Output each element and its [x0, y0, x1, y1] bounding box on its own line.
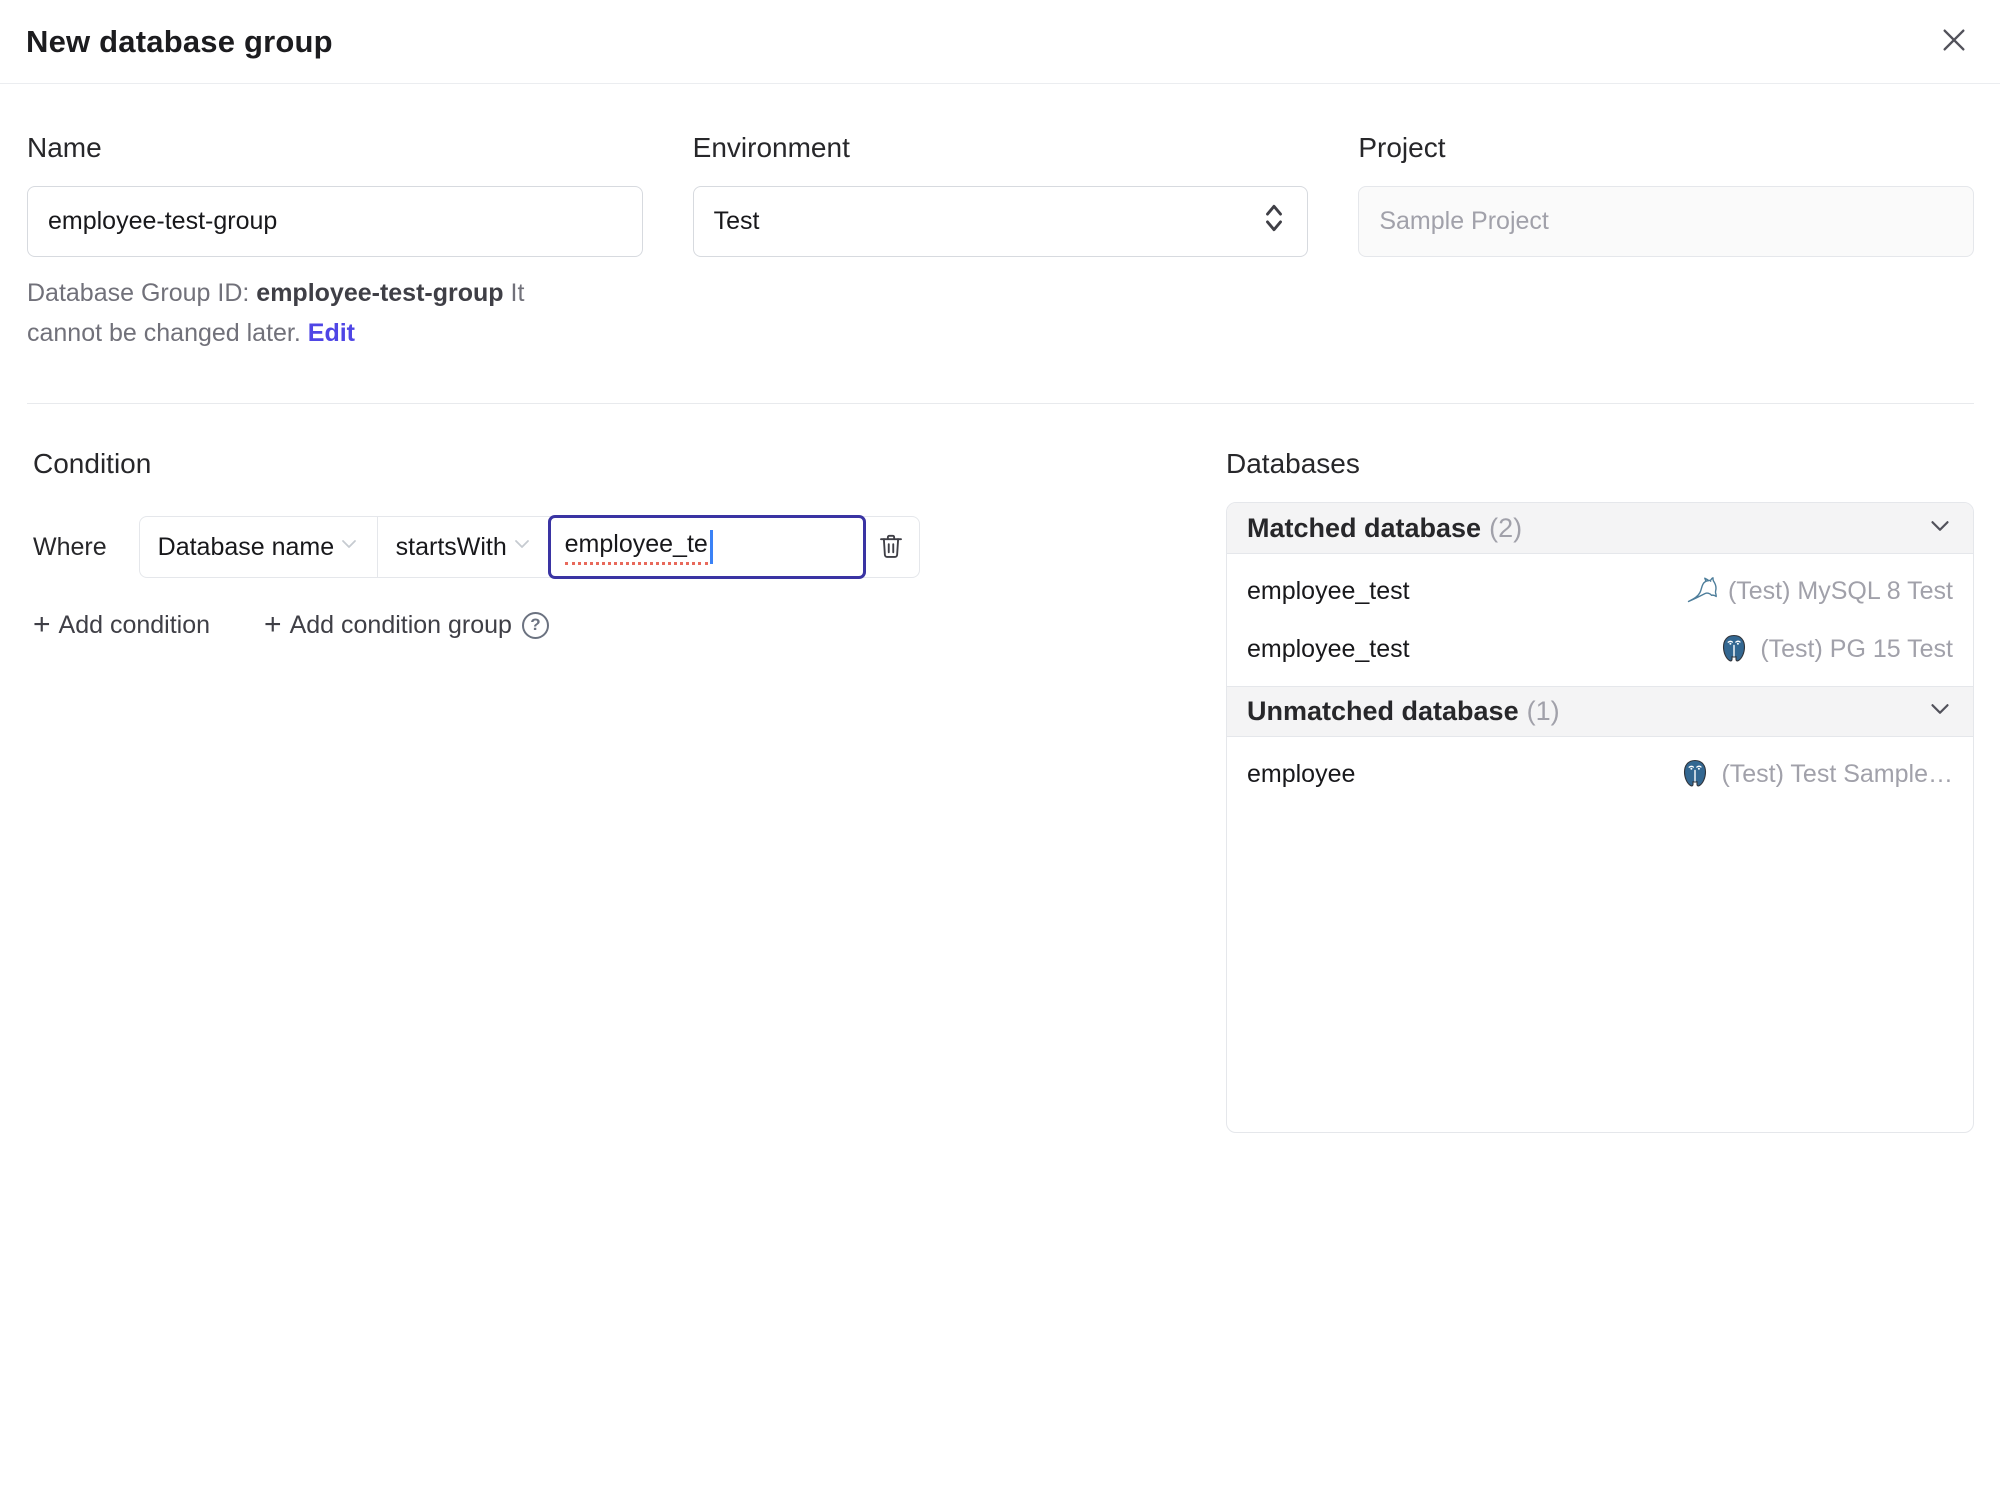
databases-heading: Databases	[1226, 448, 1360, 479]
database-instance-label: (Test) MySQL 8 Test	[1727, 576, 1953, 605]
project-label: Project	[1358, 132, 1446, 163]
matched-database-title: Matched database (2)	[1247, 513, 1522, 544]
group-id-note: Database Group ID: employee-test-group I…	[27, 273, 525, 353]
database-instance: (Test) MySQL 8 Test	[1686, 575, 1953, 607]
condition-operator-value: startsWith	[395, 532, 507, 561]
database-name: employee	[1247, 759, 1356, 788]
chevron-down-icon	[1925, 511, 1955, 546]
databases-section: Databases Matched database (2) employee_t…	[1226, 448, 1974, 1133]
add-condition-button[interactable]: + Add condition	[33, 610, 210, 640]
condition-field-value: Database name	[157, 532, 335, 561]
database-instance: (Test) PG 15 Test	[1718, 633, 1953, 665]
name-label: Name	[27, 132, 102, 163]
mysql-icon	[1686, 575, 1718, 607]
condition-row: Where Database name startsWith employee_…	[33, 515, 1226, 579]
postgresql-icon	[1679, 758, 1711, 790]
group-id-value: employee-test-group	[256, 279, 504, 307]
add-condition-label: Add condition	[58, 610, 211, 639]
database-row: employee_test (Test) PG 15 Test	[1227, 620, 1973, 678]
condition-field-select[interactable]: Database name	[140, 517, 378, 577]
database-name: employee_test	[1247, 576, 1410, 605]
unmatched-database-title: Unmatched database (1)	[1247, 696, 1560, 727]
postgresql-icon	[1718, 633, 1750, 665]
matched-database-count: (2)	[1489, 512, 1523, 543]
chevron-down-icon	[510, 532, 534, 563]
dialog-header: New database group	[0, 0, 2000, 84]
dialog-title: New database group	[26, 23, 333, 59]
condition-heading: Condition	[33, 448, 152, 479]
chevron-down-icon	[337, 532, 361, 563]
databases-panel: Matched database (2) employee_test (Test…	[1226, 502, 1974, 1133]
condition-operator-select[interactable]: startsWith	[378, 517, 550, 577]
condition-expression-group: Database name startsWith employee_te	[138, 515, 920, 579]
close-icon	[1938, 24, 1970, 59]
main-content: Condition Where Database name startsWith	[27, 448, 1974, 1133]
environment-label: Environment	[692, 132, 850, 163]
condition-actions: + Add condition + Add condition group ?	[33, 610, 1226, 640]
project-field-block: Project	[1358, 132, 1974, 353]
database-instance-label: (Test) PG 15 Test	[1760, 634, 1953, 663]
name-field-block: Name Database Group ID: employee-test-gr…	[27, 132, 643, 353]
where-label: Where	[33, 532, 107, 561]
delete-condition-button[interactable]	[864, 517, 919, 577]
database-row: employee_test (Test) MySQL 8 Test	[1227, 562, 1973, 620]
plus-icon: +	[264, 608, 282, 641]
close-button[interactable]	[1934, 22, 1974, 62]
selector-updown-icon	[1261, 201, 1287, 242]
environment-field-block: Environment Test	[692, 132, 1309, 353]
unmatched-database-title-text: Unmatched database	[1247, 696, 1519, 726]
database-instance-label: (Test) Test Sample…	[1721, 759, 1953, 788]
condition-value-text: employee_te	[564, 530, 708, 565]
section-divider	[27, 403, 1974, 404]
help-icon[interactable]: ?	[521, 611, 549, 639]
database-row: employee (Test) Test Sample…	[1227, 745, 1973, 803]
matched-database-title-text: Matched database	[1247, 512, 1482, 543]
plus-icon: +	[33, 608, 51, 641]
add-condition-group-label: Add condition group	[289, 610, 512, 639]
database-instance: (Test) Test Sample…	[1679, 758, 1953, 790]
project-input	[1358, 186, 1974, 257]
matched-database-rows: employee_test (Test) MySQL 8 Test employ…	[1227, 554, 1973, 686]
group-id-note-prefix: Database Group ID:	[27, 279, 257, 307]
edit-id-link[interactable]: Edit	[308, 319, 355, 347]
name-input[interactable]	[27, 186, 643, 257]
environment-select[interactable]: Test	[692, 186, 1309, 257]
condition-section: Condition Where Database name startsWith	[27, 448, 1226, 640]
text-cursor	[709, 530, 713, 564]
unmatched-database-header[interactable]: Unmatched database (1)	[1227, 686, 1973, 737]
condition-value-input[interactable]: employee_te	[547, 515, 866, 579]
trash-icon	[876, 531, 906, 564]
chevron-down-icon	[1925, 694, 1955, 729]
group-form: Name Database Group ID: employee-test-gr…	[27, 132, 1974, 353]
database-name: employee_test	[1247, 634, 1410, 663]
add-condition-group-button[interactable]: + Add condition group ?	[264, 610, 549, 640]
unmatched-database-count: (1)	[1526, 696, 1560, 726]
unmatched-database-rows: employee (Test) Test Sample…	[1227, 737, 1973, 1132]
matched-database-header[interactable]: Matched database (2)	[1227, 503, 1973, 554]
environment-value: Test	[713, 207, 760, 235]
